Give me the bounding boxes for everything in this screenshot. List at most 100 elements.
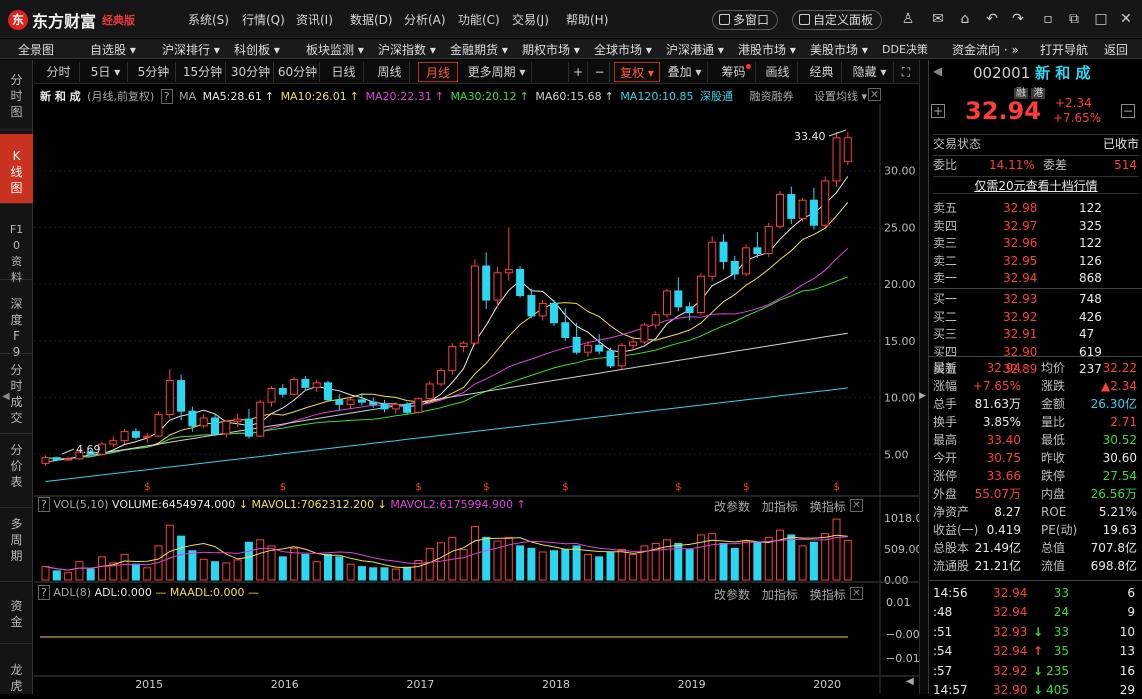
remove-watch-icon[interactable]: − (1121, 104, 1135, 118)
menu-quote[interactable]: 行情(Q) (242, 11, 296, 28)
nav-connect[interactable]: 沪深港通 ▾ (666, 41, 724, 58)
volume-bar (482, 536, 491, 581)
tab-multi-period[interactable]: 多周期 (0, 510, 33, 582)
nav-us[interactable]: 美股市场 ▾ (810, 41, 868, 58)
tab-f10[interactable]: F10资料 (0, 208, 33, 284)
add-watch-icon[interactable]: + (931, 104, 945, 118)
vol-add-button[interactable]: 加指标 (762, 500, 798, 514)
orderbook-row[interactable]: 卖二 32.95 126 (933, 253, 1139, 270)
menu-analysis[interactable]: 分析(A) (404, 11, 458, 28)
tab-kline[interactable]: K线图 (0, 134, 33, 204)
scroll-left-icon[interactable]: ◀ (906, 676, 914, 687)
tab-capital[interactable]: 资金 (0, 588, 33, 644)
period-monthly[interactable]: 月线 (418, 62, 458, 82)
user-icon[interactable]: ♙ (900, 11, 916, 27)
period-daily[interactable]: 日线 (324, 62, 364, 82)
orderbook-row[interactable]: 卖一 32.94 868 (933, 270, 1139, 287)
period-5min[interactable]: 5分钟 (132, 62, 176, 82)
prev-stock-icon[interactable]: ◀ (933, 64, 942, 78)
volume-bar (335, 556, 344, 581)
vol-help-icon[interactable]: ? (38, 497, 50, 512)
period-intraday[interactable]: 分时 (38, 62, 80, 82)
draw-line-button[interactable]: 画线 (758, 62, 798, 82)
vol-params-button[interactable]: 改参数 (714, 500, 750, 514)
nav-back[interactable]: 返回 (1104, 41, 1128, 58)
tab-depth-f9[interactable]: 深度F9 (0, 282, 33, 359)
left-collapse-icon[interactable]: ◀ (2, 391, 10, 402)
menu-news[interactable]: 资讯(I) (296, 11, 350, 28)
legend-help-icon[interactable]: ? (160, 89, 173, 104)
nav-options[interactable]: 期权市场 ▾ (522, 41, 580, 58)
ma-settings-button[interactable]: 设置均线 ▾ (814, 90, 867, 103)
orderbook-row[interactable]: 买三 32.91 47 (933, 326, 1139, 343)
zoom-out-button[interactable]: − (590, 62, 610, 82)
nav-index[interactable]: 沪深指数 ▾ (378, 41, 436, 58)
nav-open-nav[interactable]: 打开导航 (1040, 41, 1088, 58)
adl-switch-button[interactable]: 换指标 (810, 588, 846, 602)
nav-ranking[interactable]: 沪深排行 ▾ (162, 41, 220, 58)
classic-button[interactable]: 经典 (802, 62, 842, 82)
nav-futures[interactable]: 金融期货 ▾ (450, 41, 508, 58)
period-more[interactable]: 更多周期 ▾ (462, 62, 532, 82)
restore-icon[interactable]: ⧉ (1066, 11, 1082, 27)
kline-chart[interactable]: 30.00 25.00 20.00 15.00 10.00 5.00 1018.00 509… (34, 104, 919, 694)
splitter[interactable] (919, 60, 928, 694)
multi-window-button[interactable]: 多窗口 (712, 10, 779, 30)
hide-button[interactable]: 隐藏 ▾ (846, 62, 894, 82)
nav-panorama[interactable]: 全景图 (18, 41, 54, 58)
custom-panel-button[interactable]: 自定义面板 (792, 10, 883, 30)
candle-body (787, 194, 796, 219)
adl-close-icon[interactable]: ✕ (850, 587, 863, 600)
orderbook-row[interactable]: 买二 32.92 426 (933, 309, 1139, 326)
menu-trade[interactable]: 交易(J) (512, 11, 566, 28)
menu-data[interactable]: 数据(D) (350, 11, 404, 28)
period-5day[interactable]: 5日 ▾ (84, 62, 128, 82)
orderbook-row[interactable]: 卖五 32.98 122 (933, 200, 1139, 217)
nav-capital-flow[interactable]: 资金流向 · » (952, 41, 1019, 58)
vol-switch-button[interactable]: 换指标 (810, 500, 846, 514)
period-15min[interactable]: 15分钟 (180, 62, 226, 82)
menu-help[interactable]: 帮助(H) (566, 11, 620, 28)
fullscreen-icon[interactable]: ⛶ (896, 62, 916, 82)
vol-close-icon[interactable]: ✕ (850, 499, 863, 512)
nav-star-market[interactable]: 科创板 ▾ (234, 41, 280, 58)
forward-icon[interactable]: ↷ (1010, 11, 1026, 27)
stat-label: 最低 (1041, 433, 1066, 447)
orderbook-row[interactable]: 卖四 32.97 325 (933, 218, 1139, 235)
adl-params-button[interactable]: 改参数 (714, 588, 750, 602)
close-icon[interactable]: ✕ (1118, 11, 1134, 27)
tag-margin[interactable]: 融资融券 (750, 90, 794, 103)
level2-link[interactable]: 仅需20元查看十档行情 (933, 176, 1139, 194)
nav-dde[interactable]: DDE决策 (882, 41, 928, 57)
tag-connect[interactable]: 深股通 (700, 90, 733, 103)
nav-watchlist[interactable]: 自选股 ▾ (90, 41, 136, 58)
panel-collapse-icon[interactable]: ▶ (919, 391, 926, 401)
tab-price-table[interactable]: 分价表 (0, 436, 33, 508)
tab-dragon-tiger[interactable]: 龙虎 (0, 654, 33, 694)
mail-icon[interactable]: ✉ (930, 11, 946, 27)
minimize-icon[interactable]: ▫ (1040, 11, 1056, 27)
back-icon[interactable]: ↶ (984, 11, 1000, 27)
maximize-icon[interactable]: □ (1093, 11, 1109, 27)
menu-function[interactable]: 功能(C) (458, 11, 512, 28)
overlay-button[interactable]: 叠加 ▾ (662, 62, 708, 82)
nav-hk[interactable]: 港股市场 ▾ (738, 41, 796, 58)
vol-buttons: 改参数 加指标 换指标 (714, 498, 846, 515)
stat-value: 3.85% (982, 415, 1021, 429)
nav-global[interactable]: 全球市场 ▾ (594, 41, 652, 58)
zoom-in-button[interactable]: + (568, 62, 588, 82)
orderbook-row[interactable]: 买一 32.93 748 (933, 291, 1139, 308)
menu-system[interactable]: 系统(S) (188, 11, 242, 28)
legend-close-icon[interactable]: ✕ (868, 88, 881, 101)
adl-add-button[interactable]: 加指标 (762, 588, 798, 602)
candle-body (674, 290, 683, 308)
adjust-button[interactable]: 复权 ▾ (614, 62, 660, 82)
tab-intraday[interactable]: 分时图 (0, 68, 33, 130)
period-60min[interactable]: 60分钟 (276, 62, 320, 82)
home-icon[interactable]: ⌂ (957, 11, 973, 27)
nav-sector[interactable]: 板块监测 ▾ (306, 41, 364, 58)
adl-help-icon[interactable]: ? (38, 585, 50, 600)
period-weekly[interactable]: 周线 (370, 62, 410, 82)
period-30min[interactable]: 30分钟 (228, 62, 274, 82)
orderbook-row[interactable]: 卖三 32.96 122 (933, 235, 1139, 252)
